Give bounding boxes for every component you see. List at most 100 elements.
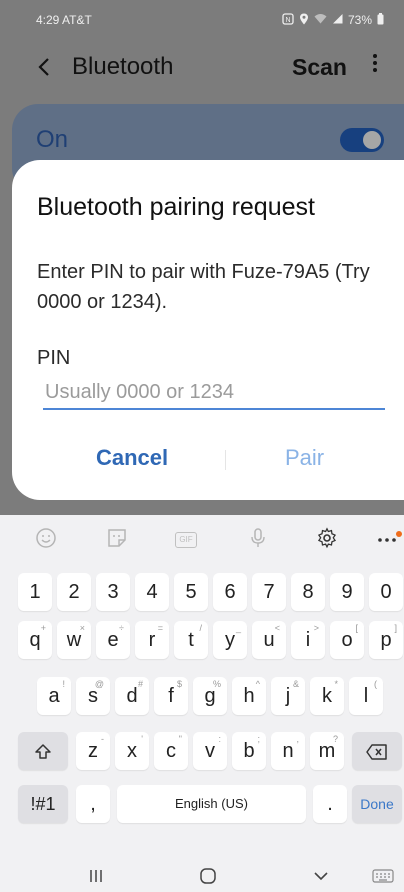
key-alt: ? bbox=[332, 734, 338, 744]
key-letter: d bbox=[126, 685, 138, 707]
key-letter: c bbox=[166, 740, 176, 762]
key-7[interactable]: 7 bbox=[252, 573, 286, 611]
backspace-key[interactable] bbox=[352, 732, 402, 770]
button-divider bbox=[225, 450, 226, 470]
key-l[interactable]: l( bbox=[349, 677, 383, 715]
key-letter: a bbox=[48, 685, 60, 707]
emoji-icon[interactable] bbox=[32, 527, 60, 555]
back-nav-icon[interactable] bbox=[309, 861, 333, 889]
key-8[interactable]: 8 bbox=[291, 573, 325, 611]
chevron-left-icon[interactable] bbox=[34, 52, 58, 82]
gear-icon[interactable] bbox=[313, 527, 341, 555]
key-y[interactable]: y _ bbox=[213, 621, 247, 659]
key-2[interactable]: 2 bbox=[57, 573, 91, 611]
scan-button[interactable]: Scan bbox=[292, 52, 347, 82]
dialog-message: Enter PIN to pair with Fuze-79A5 (Try 00… bbox=[37, 261, 370, 313]
key-letter: h bbox=[243, 685, 255, 707]
signal-icon bbox=[332, 13, 343, 27]
key-h[interactable]: h ^ bbox=[232, 677, 266, 715]
key-9[interactable]: 9 bbox=[330, 573, 364, 611]
key-alt: × bbox=[79, 623, 85, 633]
status-carrier: AT&T bbox=[62, 13, 92, 27]
key-alt: [ bbox=[355, 623, 358, 633]
key-letter: u bbox=[263, 629, 275, 651]
key-alt: ! bbox=[62, 679, 65, 689]
comma-key[interactable]: , bbox=[76, 785, 110, 823]
bluetooth-on-label: On bbox=[36, 126, 69, 153]
nfc-icon: N bbox=[282, 12, 294, 28]
done-key[interactable]: Done bbox=[352, 785, 402, 823]
mic-icon[interactable] bbox=[244, 527, 272, 555]
key-f[interactable]: f $ bbox=[154, 677, 188, 715]
more-vert-icon[interactable] bbox=[368, 52, 382, 82]
key-r[interactable]: r = bbox=[135, 621, 169, 659]
key-g[interactable]: g% bbox=[193, 677, 227, 715]
key-t[interactable]: t / bbox=[174, 621, 208, 659]
key-q[interactable]: q + bbox=[18, 621, 52, 659]
key-v[interactable]: v: bbox=[193, 732, 227, 770]
key-alt: > bbox=[313, 623, 319, 633]
status-right: N 73% bbox=[282, 12, 384, 28]
key-w[interactable]: w × bbox=[57, 621, 91, 659]
key-j[interactable]: j & bbox=[271, 677, 305, 715]
symbols-key[interactable]: !#1 bbox=[18, 785, 68, 823]
key-alt: ' bbox=[141, 734, 143, 744]
key-alt: # bbox=[137, 679, 143, 689]
key-k[interactable]: k * bbox=[310, 677, 344, 715]
key-5[interactable]: 5 bbox=[174, 573, 208, 611]
sticker-icon[interactable] bbox=[103, 527, 131, 555]
bluetooth-switch[interactable] bbox=[340, 128, 384, 152]
key-a[interactable]: a! bbox=[37, 677, 71, 715]
recents-icon[interactable] bbox=[84, 861, 108, 889]
key-alt: ] bbox=[394, 623, 397, 633]
key-alt: _ bbox=[235, 623, 241, 633]
key-n[interactable]: n, bbox=[271, 732, 305, 770]
cancel-button[interactable]: Cancel bbox=[96, 445, 168, 471]
key-x[interactable]: x ' bbox=[115, 732, 149, 770]
pin-input[interactable] bbox=[43, 374, 385, 410]
space-key[interactable]: English (US) bbox=[117, 785, 306, 823]
key-o[interactable]: o[ bbox=[330, 621, 364, 659]
shift-key[interactable] bbox=[18, 732, 68, 770]
key-u[interactable]: u < bbox=[252, 621, 286, 659]
key-letter: f bbox=[168, 685, 174, 707]
key-alt: ÷ bbox=[119, 623, 124, 633]
home-icon[interactable] bbox=[196, 861, 220, 889]
dialog-title: Bluetooth pairing request bbox=[37, 193, 315, 221]
key-s[interactable]: s @ bbox=[76, 677, 110, 715]
key-alt: = bbox=[157, 623, 163, 633]
switch-knob bbox=[363, 131, 381, 149]
key-z[interactable]: z- bbox=[76, 732, 110, 770]
key-p[interactable]: p] bbox=[369, 621, 403, 659]
gif-icon[interactable]: GIF bbox=[175, 532, 197, 548]
key-alt: - bbox=[101, 734, 104, 744]
key-alt: : bbox=[218, 734, 221, 744]
key-c[interactable]: c " bbox=[154, 732, 188, 770]
key-3[interactable]: 3 bbox=[96, 573, 130, 611]
key-alt: * bbox=[334, 679, 338, 689]
keyboard-icon[interactable] bbox=[370, 861, 396, 889]
key-alt: " bbox=[178, 734, 182, 744]
keyboard-toolbar: GIF bbox=[0, 519, 404, 563]
key-alt: , bbox=[296, 734, 299, 744]
key-e[interactable]: e ÷ bbox=[96, 621, 130, 659]
key-letter: p bbox=[380, 629, 392, 651]
key-i[interactable]: i > bbox=[291, 621, 325, 659]
key-letter: z bbox=[88, 740, 98, 762]
key-letter: n bbox=[282, 740, 294, 762]
key-b[interactable]: b; bbox=[232, 732, 266, 770]
key-4[interactable]: 4 bbox=[135, 573, 169, 611]
key-m[interactable]: m? bbox=[310, 732, 344, 770]
notification-dot bbox=[396, 531, 402, 537]
pair-button[interactable]: Pair bbox=[285, 445, 324, 471]
key-alt: % bbox=[212, 679, 221, 689]
key-0[interactable]: 0 bbox=[369, 573, 403, 611]
status-bar: 4:29 AT&T N 73% bbox=[0, 0, 404, 40]
key-1[interactable]: 1 bbox=[18, 573, 52, 611]
key-6[interactable]: 6 bbox=[213, 573, 247, 611]
period-key[interactable]: . bbox=[313, 785, 347, 823]
page-title: Bluetooth bbox=[72, 53, 174, 80]
key-d[interactable]: d # bbox=[115, 677, 149, 715]
key-letter: i bbox=[305, 629, 311, 651]
key-alt: / bbox=[199, 623, 202, 633]
